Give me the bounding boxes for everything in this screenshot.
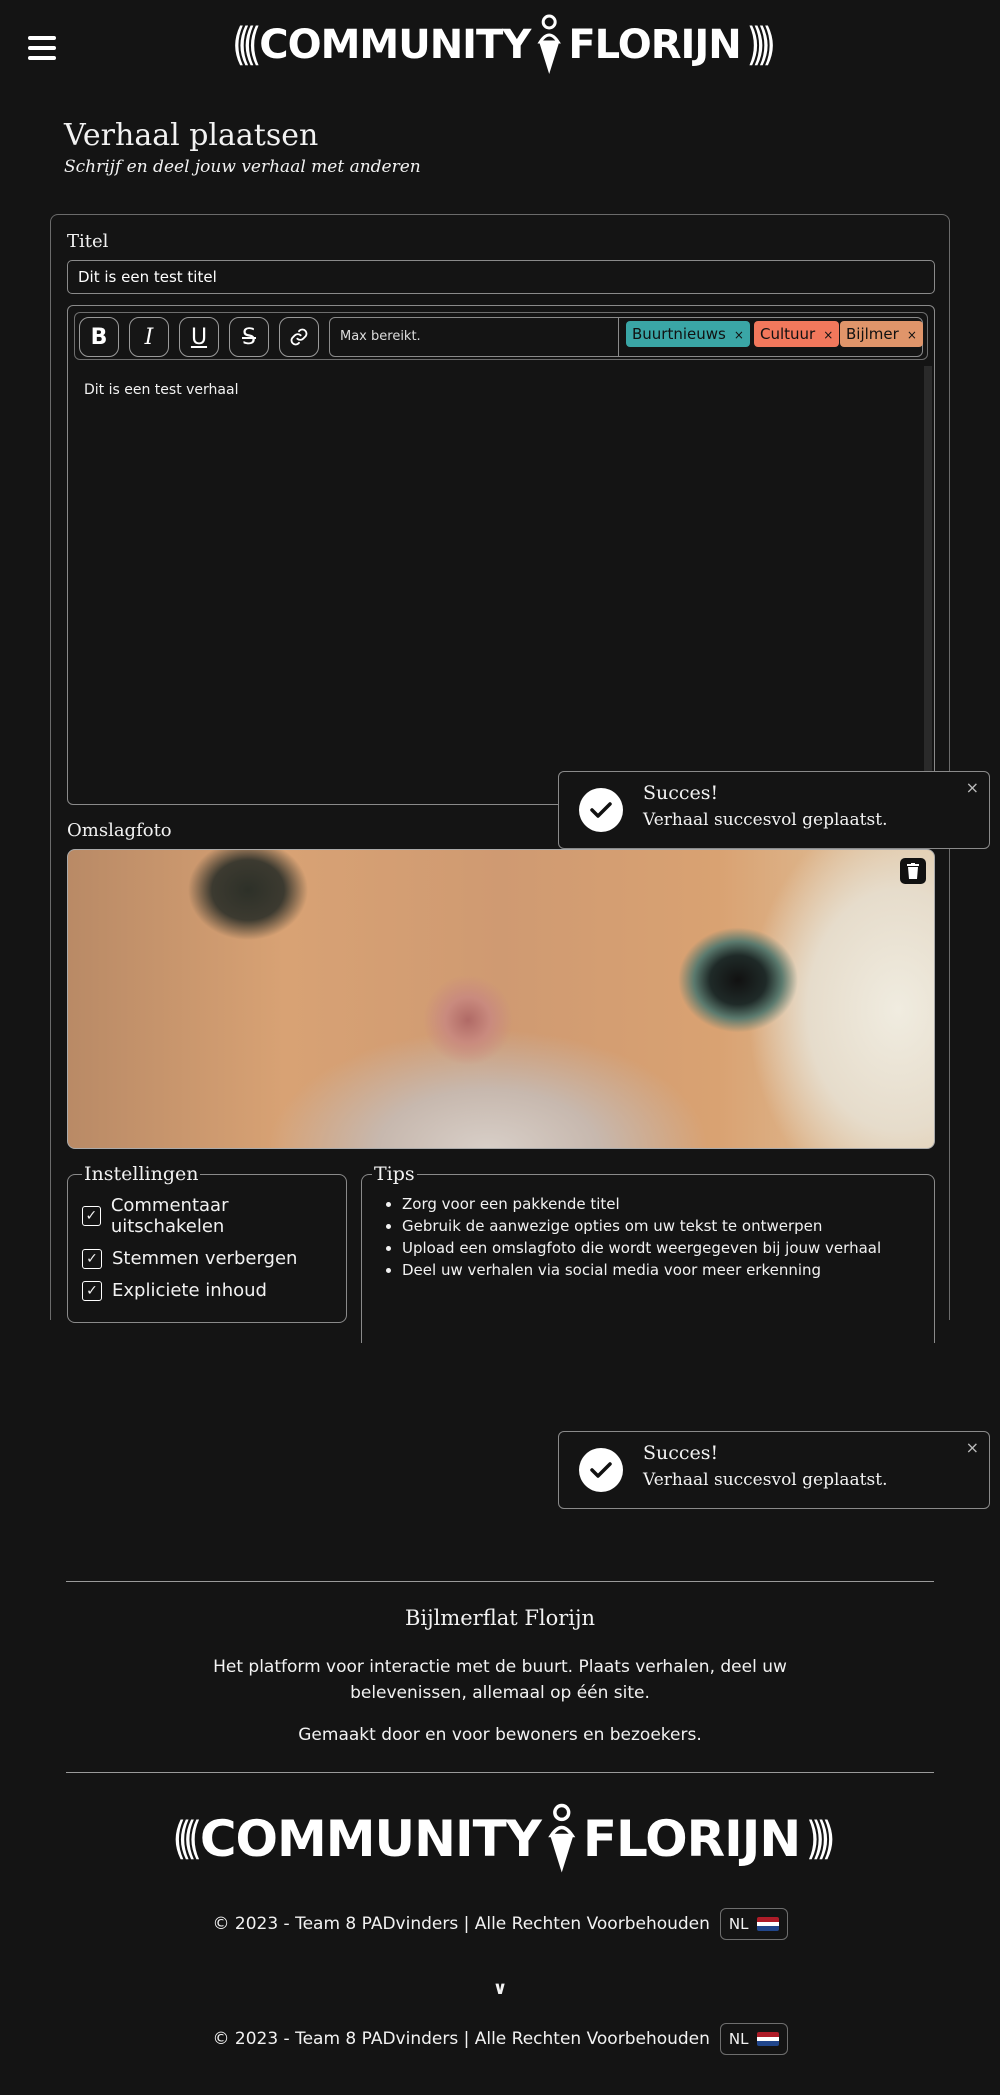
cover-image [67,849,935,1149]
link-button[interactable] [279,317,319,357]
toast-message: Verhaal succesvol geplaatst. [643,1470,888,1490]
setting-hide-votes[interactable]: ✓ Stemmen verbergen [82,1248,332,1269]
dutch-flag-icon [756,2032,779,2046]
footer-made-by: Gemaakt door en voor bewoners en bezoeke… [298,1725,702,1745]
footer-logo[interactable]: (((( COMMUNITY FLORIJN )))) [172,1796,835,1882]
logo-lines-left-icon: (((( [232,19,261,71]
setting-disable-comments[interactable]: ✓ Commentaar uitschakelen [82,1195,332,1237]
tag-cultuur[interactable]: Cultuur × [754,321,840,347]
header: (((( COMMUNITY FLORIJN )))) [0,0,1000,100]
tips-legend: Tips [374,1163,415,1185]
logo-text-right: FLORIJN [582,1810,801,1868]
copyright-row: © 2023 - Team 8 PADvinders | Alle Rechte… [0,2023,1000,2055]
tag-remove-icon[interactable]: × [907,328,917,342]
check-circle-icon [579,1448,623,1492]
tags-placeholder: Max bereikt. [340,329,421,344]
strikethrough-button[interactable]: S [229,317,269,357]
page-title: Verhaal plaatsen [64,118,319,153]
toast-title: Succes! [643,782,719,804]
cover-label: Omslagfoto [67,820,172,841]
footer-title: Bijlmerflat Florijn [404,1606,596,1630]
close-icon[interactable]: × [966,778,979,797]
logo[interactable]: (((( COMMUNITY FLORIJN )))) [232,14,776,76]
copyright-row: © 2023 - Team 8 PADvinders | Alle Rechte… [0,1908,1000,1940]
footer-divider [66,1772,934,1773]
underline-button[interactable]: U [179,317,219,357]
ice-cream-icon [537,14,562,74]
setting-explicit-content[interactable]: ✓ Expliciete inhoud [82,1280,332,1301]
footer-description: Het platform voor interactie met de buur… [213,1657,787,1703]
logo-lines-right-icon: )))) [746,19,776,71]
editor-content[interactable]: Dit is een test verhaal [84,382,238,398]
tag-buurtnieuws[interactable]: Buurtnieuws × [626,321,750,347]
logo-lines-right-icon: )))) [806,1813,835,1865]
ice-cream-icon [548,1803,576,1873]
story-form: Titel Dit is een test titel B I U S Max … [50,214,950,1343]
title-input[interactable]: Dit is een test titel [67,260,935,294]
toast-message: Verhaal succesvol geplaatst. [643,810,888,830]
logo-text-left: COMMUNITY [259,22,531,68]
tips-box: Tips Zorg voor een pakkende titel Gebrui… [361,1163,935,1343]
tag-bijlmer[interactable]: Bijlmer × [840,321,923,347]
success-toast: Succes! Verhaal succesvol geplaatst. × [558,1431,990,1509]
menu-icon[interactable] [28,36,56,60]
footer-divider [66,1581,934,1582]
logo-lines-left-icon: (((( [172,1813,202,1865]
tags-input[interactable]: Max bereikt. Buurtnieuws × Cultuur × Bijlm… [329,317,923,357]
tag-remove-icon[interactable]: × [734,328,744,342]
settings-legend: Instellingen [84,1163,199,1185]
italic-button[interactable]: I [129,317,169,357]
tag-remove-icon[interactable]: × [823,328,833,342]
toast-title: Succes! [643,1442,719,1464]
page-subtitle: Schrijf en deel jouw verhaal met anderen [64,157,421,177]
bold-button[interactable]: B [79,317,119,357]
tip-item: Deel uw verhalen via social media voor m… [402,1261,924,1279]
editor-toolbar: B I U S Max bereikt. Buurtnieuws × Cultuu… [74,312,928,360]
checkbox[interactable]: ✓ [82,1248,102,1269]
checkbox[interactable]: ✓ [82,1206,101,1226]
chevron-down-icon[interactable]: ∨ [0,1978,1000,1999]
tip-item: Upload een omslagfoto die wordt weergege… [402,1239,924,1257]
logo-text-right: FLORIJN [568,22,741,68]
tag-label: Bijlmer [846,325,899,343]
copyright-text: © 2023 - Team 8 PADvinders | Alle Rechte… [212,2029,710,2049]
title-label: Titel [67,231,109,252]
tip-item: Gebruik de aanwezige opties om uw tekst … [402,1217,924,1235]
dutch-flag-icon [756,1917,779,1931]
rich-text-editor: B I U S Max bereikt. Buurtnieuws × Cultuu… [67,305,935,805]
language-selector[interactable]: NL [719,2023,788,2055]
tags-divider [618,318,619,356]
settings-box: Instellingen ✓ Commentaar uitschakelen ✓… [67,1163,347,1323]
checkbox-label: Stemmen verbergen [112,1248,298,1269]
link-icon [290,328,308,346]
checkbox[interactable]: ✓ [82,1280,102,1301]
tips-list: Zorg voor een pakkende titel Gebruik de … [372,1195,924,1279]
copyright-text: © 2023 - Team 8 PADvinders | Alle Rechte… [212,1914,710,1934]
language-code: NL [728,2030,749,2048]
language-code: NL [728,1915,749,1933]
editor-scrollbar[interactable] [924,366,932,802]
checkbox-label: Expliciete inhoud [112,1280,267,1301]
tag-label: Buurtnieuws [632,325,726,343]
checkbox-label: Commentaar uitschakelen [110,1195,229,1237]
language-selector[interactable]: NL [719,1908,788,1940]
tip-item: Zorg voor een pakkende titel [402,1195,924,1213]
delete-cover-button[interactable] [900,858,926,884]
check-circle-icon [579,788,623,832]
close-icon[interactable]: × [966,1438,979,1457]
tag-label: Cultuur [760,325,816,343]
trash-icon [907,863,919,879]
success-toast: Succes! Verhaal succesvol geplaatst. × [558,771,990,849]
logo-text-left: COMMUNITY [199,1810,542,1868]
